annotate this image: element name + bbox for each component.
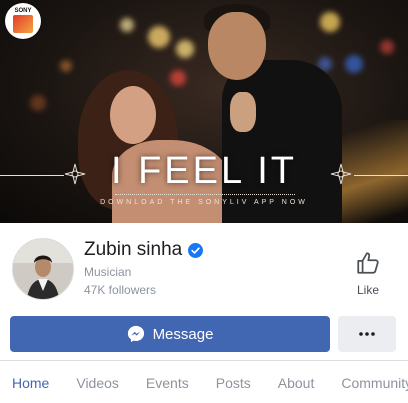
bokeh-light [30,95,46,111]
tab-events[interactable]: Events [146,375,189,391]
section-divider [0,360,408,361]
avatar-photo [13,239,73,299]
hand [230,92,256,132]
tab-about[interactable]: About [278,375,315,391]
page-tabs: Home Videos Events Posts About Community [12,375,408,391]
tab-videos[interactable]: Videos [76,375,119,391]
bokeh-light [170,70,186,86]
sony-liv-logo: SONY [5,3,41,39]
like-label: Like [356,283,379,297]
logo-brand-text: SONY [14,8,32,14]
thumbs-up-icon [357,252,379,274]
more-dots-icon [359,332,375,336]
bokeh-light [120,18,134,32]
like-button[interactable]: Like [348,250,388,297]
more-options-button[interactable] [338,316,396,352]
follower-count: 47K followers [84,283,157,297]
message-button[interactable]: Message [10,316,330,352]
bokeh-light [320,12,340,32]
page-category: Musician [84,265,132,279]
message-label: Message [152,325,214,343]
cover-photo[interactable]: SONY I FEEL IT DOWNLOAD THE SONYLIV APP … [0,0,408,223]
title-underline [115,194,295,196]
messenger-icon [127,325,144,343]
man-face [208,12,266,80]
bokeh-light [380,40,394,54]
tab-home[interactable]: Home [12,375,49,391]
bokeh-light [60,60,72,72]
bokeh-light [148,26,170,48]
bokeh-light [345,55,363,73]
cover-subtitle: DOWNLOAD THE SONYLIV APP NOW [100,199,308,206]
profile-avatar[interactable] [12,238,74,300]
bokeh-light [176,40,194,58]
woman-face [110,86,156,144]
tab-posts[interactable]: Posts [216,375,251,391]
cover-title: I FEEL IT [110,150,298,192]
verified-badge-icon [188,242,204,258]
tab-community[interactable]: Community [341,375,408,391]
page-name: Zubin sinha [84,239,183,260]
logo-mark [13,15,33,33]
